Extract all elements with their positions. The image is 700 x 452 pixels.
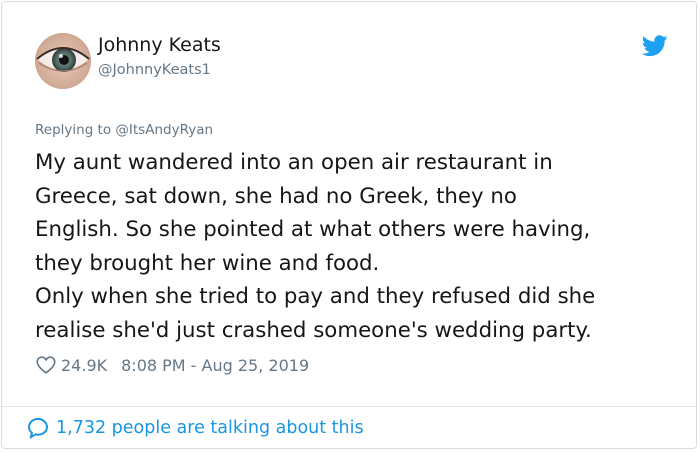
tweet-timestamp[interactable]: 8:08 PM - Aug 25, 2019 — [121, 356, 309, 375]
author-name[interactable]: Johnny Keats — [98, 34, 221, 56]
tweet-meta: 24.9K 8:08 PM - Aug 25, 2019 — [35, 353, 309, 377]
divider — [2, 406, 696, 407]
talking-count[interactable]: 1,732 people are talking about this — [56, 418, 364, 438]
like-count[interactable]: 24.9K — [61, 356, 107, 375]
conversation-link[interactable]: 1,732 people are talking about this — [26, 416, 364, 440]
tweet-text: My aunt wandered into an open air restau… — [35, 150, 596, 343]
avatar[interactable] — [35, 33, 91, 89]
heart-icon[interactable] — [35, 354, 57, 376]
twitter-bird-icon[interactable] — [642, 35, 668, 57]
author-handle[interactable]: @JohnnyKeats1 — [98, 62, 211, 78]
comment-bubble-icon — [27, 417, 49, 439]
reply-mention-link[interactable]: @ItsAndyRyan — [115, 122, 213, 138]
replying-prefix: Replying to — [35, 122, 116, 138]
eye-avatar-icon — [35, 33, 91, 89]
tweet-card: Johnny Keats @JohnnyKeats1 Replying to @… — [1, 1, 697, 449]
replying-to: Replying to @ItsAndyRyan — [35, 122, 213, 138]
